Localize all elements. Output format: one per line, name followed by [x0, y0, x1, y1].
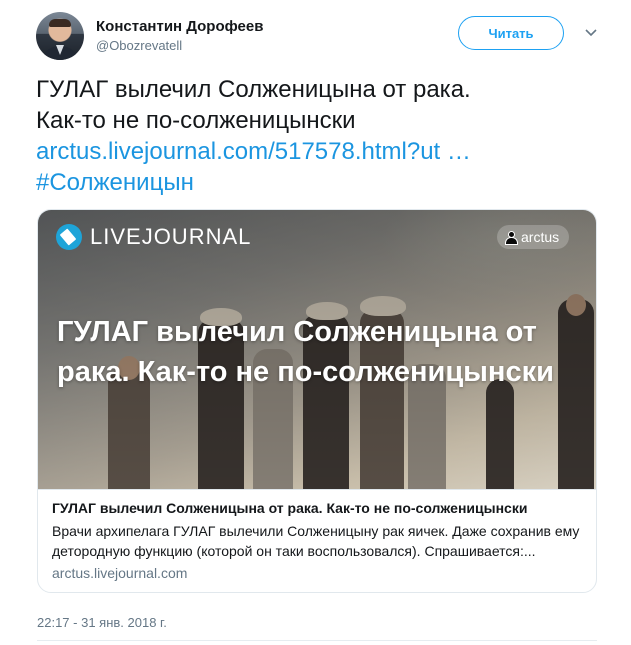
card-title: ГУЛАГ вылечил Солженицына от рака. Как-т… [52, 500, 528, 516]
card-image[interactable]: LIVEJOURNAL arctus ГУЛАГ вылечил Солжени… [38, 210, 596, 489]
livejournal-logo: LIVEJOURNAL [56, 224, 251, 250]
card-user-badge: arctus [497, 225, 570, 249]
livejournal-pencil-icon [56, 224, 82, 250]
tweet-text-line-2: Как-то не по-солженицынски [36, 107, 356, 134]
card-description: Врачи архипелага ГУЛАГ вылечили Солжениц… [52, 523, 580, 559]
divider [37, 640, 597, 641]
tweet-link[interactable]: arctus.livejournal.com/517578.html?ut … [36, 136, 606, 167]
hashtag-link[interactable]: #Солженицын [36, 167, 606, 198]
tweet-timestamp[interactable]: 22:17 - 31 янв. 2018 г. [37, 615, 167, 630]
follow-button[interactable]: Читать [458, 16, 564, 50]
tweet-header: Константин Дорофеев @Obozrevatell Читать [36, 12, 611, 62]
tweet-text: ГУЛАГ вылечил Солженицына от рака. Как-т… [36, 74, 606, 198]
card-domain: arctus.livejournal.com [52, 565, 188, 581]
author-handle[interactable]: @Obozrevatell [96, 38, 182, 53]
avatar[interactable] [36, 12, 84, 60]
card-image-headline: ГУЛАГ вылечил Солженицына от рака. Как-т… [57, 316, 554, 388]
card-body[interactable]: ГУЛАГ вылечил Солженицына от рака. Как-т… [38, 489, 596, 592]
chevron-down-icon[interactable] [584, 26, 598, 40]
link-preview-card[interactable]: LIVEJOURNAL arctus ГУЛАГ вылечил Солжени… [37, 209, 597, 593]
card-user-name: arctus [521, 229, 560, 245]
tweet-text-line-1: ГУЛАГ вылечил Солженицына от рака. [36, 76, 471, 103]
livejournal-brand: LIVEJOURNAL [90, 224, 252, 249]
avatar-hair [49, 19, 71, 27]
author-name[interactable]: Константин Дорофеев [96, 18, 263, 35]
user-icon [505, 231, 518, 245]
